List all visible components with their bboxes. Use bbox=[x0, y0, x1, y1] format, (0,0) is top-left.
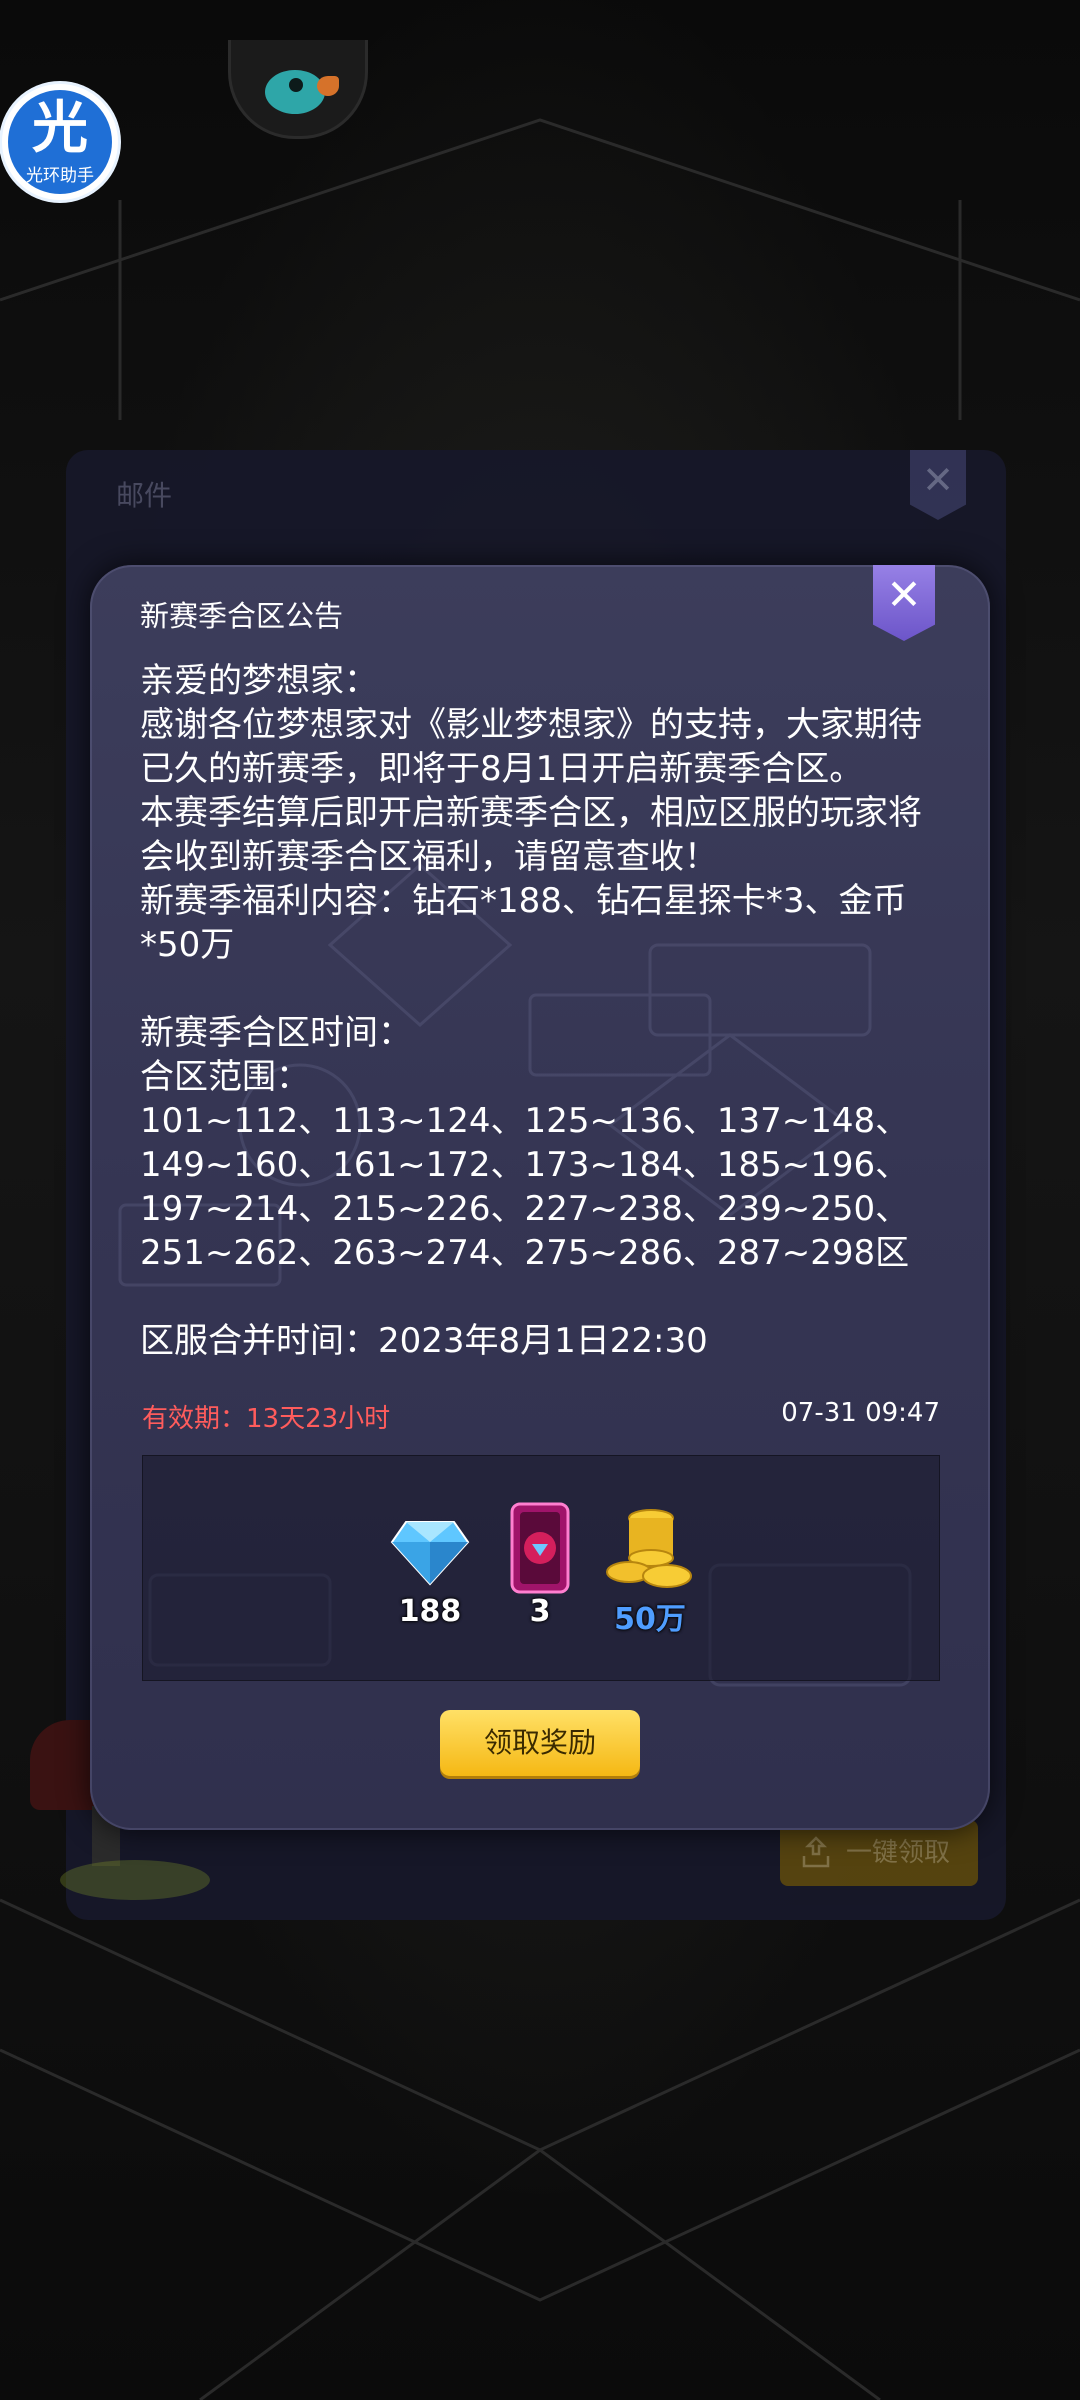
mailbox-grass bbox=[60, 1860, 210, 1900]
validity-period: 有效期：13天23小时 bbox=[142, 1404, 391, 1434]
claim-all-label: 一键领取 bbox=[846, 1838, 951, 1868]
gold-coins-icon bbox=[606, 1509, 692, 1588]
announcement-body[interactable]: 亲爱的梦想家： 感谢各位梦想家对《影业梦想家》的支持，大家期待已久的新赛季，即将… bbox=[140, 659, 940, 1364]
reward-quantity: 3 bbox=[529, 1594, 551, 1629]
mail-timestamp: 07-31 09:47 bbox=[781, 1398, 940, 1428]
assistant-glyph: 光 bbox=[32, 96, 88, 161]
claim-reward-button[interactable]: 领取奖励 bbox=[440, 1710, 640, 1776]
announcement-dialog: 新赛季合区公告 ✕ 亲爱的梦想家： 感谢各位梦想家对《影业梦想家》的支持，大家期… bbox=[90, 565, 990, 1830]
assistant-label: 光环助手 bbox=[26, 166, 94, 186]
reward-quantity: 188 bbox=[398, 1594, 462, 1629]
mail-panel-title: 邮件 bbox=[116, 479, 173, 512]
assistant-floating-button[interactable]: 光 光环助手 bbox=[2, 84, 118, 200]
mail-close-button[interactable]: ✕ bbox=[910, 450, 966, 520]
reward-quantity: 50万 bbox=[614, 1602, 686, 1637]
close-icon: ✕ bbox=[886, 570, 922, 619]
inbox-upload-icon bbox=[802, 1836, 830, 1868]
avatar-creature bbox=[265, 70, 325, 114]
scout-card-icon bbox=[510, 1502, 570, 1594]
avatar-beak bbox=[317, 76, 339, 96]
assistant-icon: 光 光环助手 bbox=[8, 90, 112, 194]
rewards-box: 188 3 50万 bbox=[142, 1455, 940, 1681]
diamond-icon bbox=[390, 1521, 470, 1586]
dialog-title: 新赛季合区公告 bbox=[140, 599, 344, 633]
close-icon: ✕ bbox=[922, 458, 954, 502]
avatar-eye bbox=[289, 78, 303, 92]
